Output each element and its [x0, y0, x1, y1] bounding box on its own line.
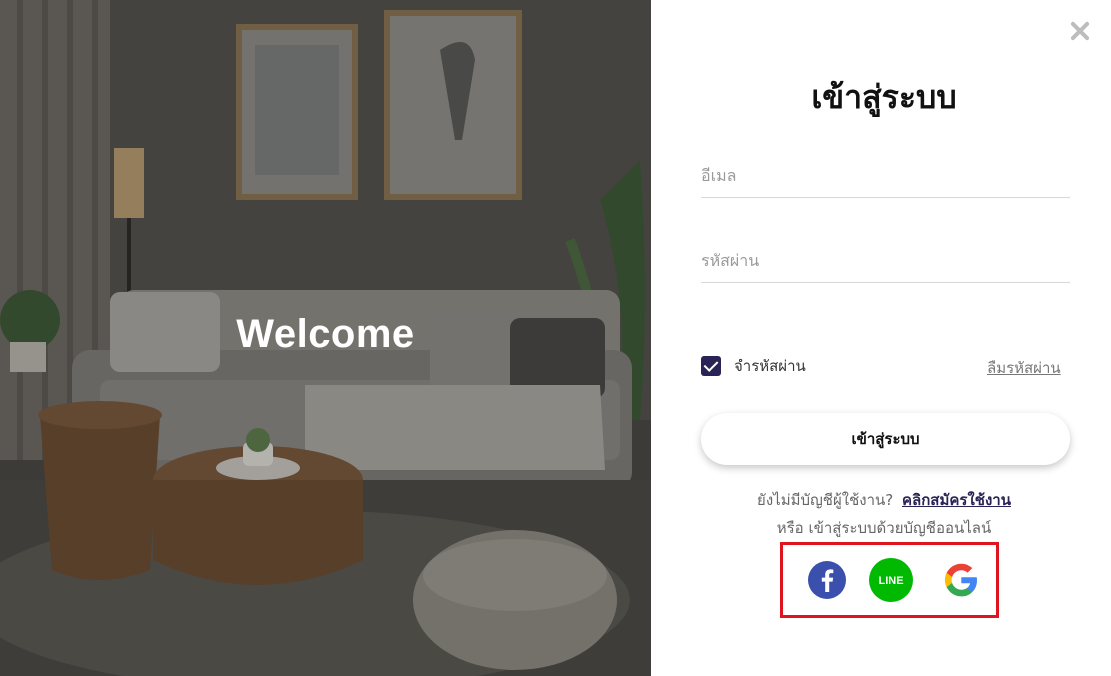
- remember-me-row: จำรหัสผ่าน: [701, 354, 806, 378]
- email-field-wrapper: [701, 154, 1070, 198]
- social-login-highlight: LINE: [780, 542, 999, 618]
- password-field-wrapper: [701, 239, 1070, 283]
- line-icon-label: LINE: [878, 575, 903, 587]
- login-submit-button[interactable]: เข้าสู่ระบบ: [701, 413, 1070, 465]
- google-icon[interactable]: [939, 558, 983, 602]
- line-icon[interactable]: LINE: [869, 558, 913, 602]
- signup-link[interactable]: คลิกสมัครใช้งาน: [902, 491, 1011, 509]
- remember-me-checkbox[interactable]: [701, 356, 721, 376]
- no-account-text: ยังไม่มีบัญชีผู้ใช้งาน?: [757, 491, 894, 509]
- welcome-heading: Welcome: [236, 312, 415, 356]
- login-panel: เข้าสู่ระบบ จำรหัสผ่าน ลืมรหัสผ่าน เข้าส…: [651, 0, 1111, 676]
- remember-me-label: จำรหัสผ่าน: [734, 357, 806, 375]
- hero-image-panel: Welcome: [0, 0, 651, 676]
- social-login-prompt: หรือ เข้าสู่ระบบด้วยบัญชีออนไลน์: [776, 519, 992, 537]
- close-icon[interactable]: [1067, 18, 1093, 44]
- email-input[interactable]: [701, 154, 1070, 197]
- signup-row: ยังไม่มีบัญชีผู้ใช้งาน? คลิกสมัครใช้งาน: [651, 488, 1111, 512]
- forgot-password-link[interactable]: ลืมรหัสผ่าน: [987, 356, 1061, 380]
- facebook-icon[interactable]: [805, 558, 849, 602]
- password-input[interactable]: [701, 239, 1070, 282]
- login-title: เข้าสู่ระบบ: [811, 78, 957, 116]
